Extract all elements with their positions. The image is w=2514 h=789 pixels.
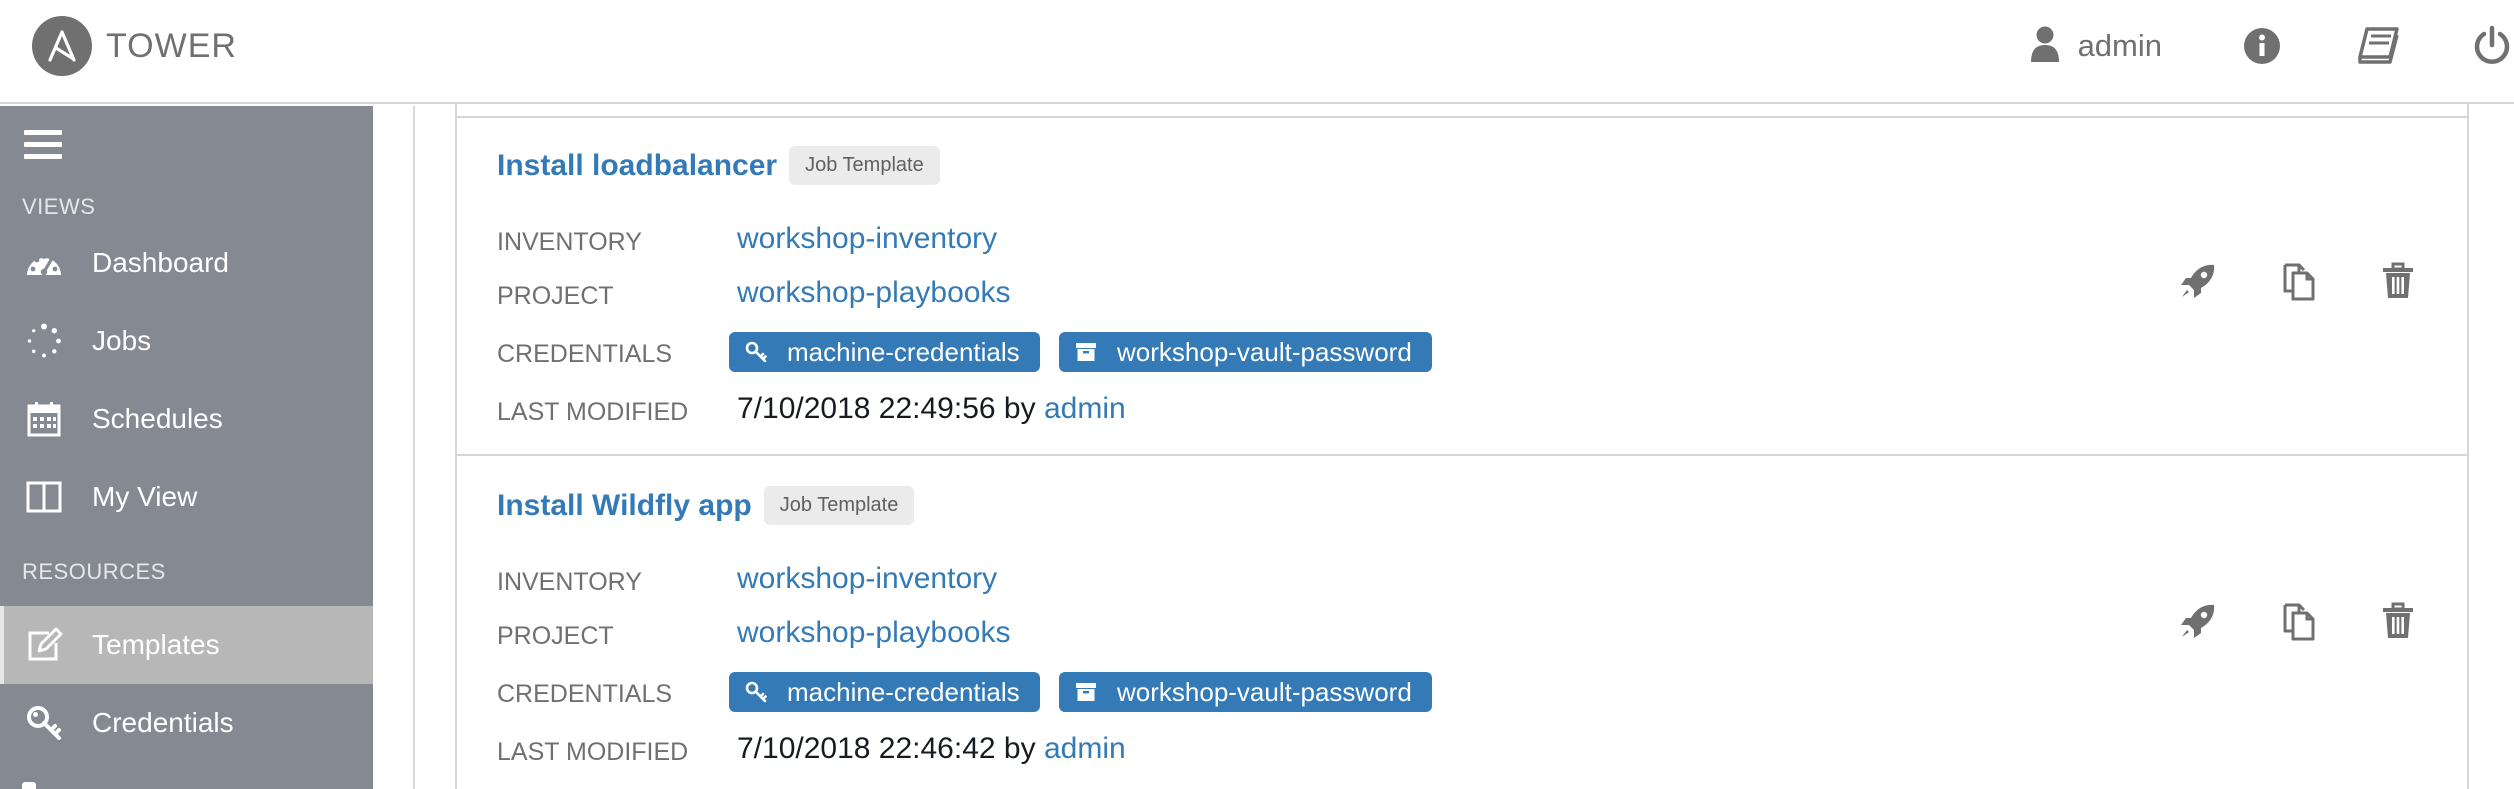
- key-icon: [22, 705, 66, 741]
- last-modified-value: 7/10/2018 22:46:42 by admin: [737, 732, 1126, 766]
- project-label: PROJECT: [497, 622, 614, 650]
- credential-chip[interactable]: workshop-vault-password: [1059, 672, 1432, 712]
- next-item-icon: [22, 782, 36, 789]
- sidebar-item-my-view[interactable]: My View: [0, 458, 373, 536]
- sidebar-item-label: Jobs: [92, 325, 152, 356]
- templates-list: Install loadbalancer Job Template INVENT…: [455, 104, 2469, 789]
- sidebar-item-dashboard[interactable]: Dashboard: [0, 224, 373, 302]
- copy-icon[interactable]: [2275, 598, 2321, 644]
- sidebar-item-label: Credentials: [92, 707, 234, 738]
- credential-chip-label: workshop-vault-password: [1117, 336, 1412, 367]
- key-icon: [745, 681, 767, 703]
- last-modified-label: LAST MODIFIED: [497, 398, 689, 426]
- template-type-badge: Job Template: [789, 146, 940, 185]
- sidebar-item-label: Schedules: [92, 403, 223, 434]
- project-link[interactable]: workshop-playbooks: [737, 616, 1010, 650]
- credential-chip[interactable]: machine-credentials: [729, 672, 1040, 712]
- menu-toggle-icon[interactable]: [24, 130, 62, 162]
- inventory-label: INVENTORY: [497, 228, 642, 256]
- inventory-label: INVENTORY: [497, 568, 642, 596]
- template-type-badge: Job Template: [763, 486, 915, 525]
- brand-name: TOWER: [106, 26, 237, 65]
- credential-chip[interactable]: workshop-vault-password: [1059, 332, 1432, 372]
- template-name-link[interactable]: Install loadbalancer: [497, 149, 777, 183]
- user-name: admin: [2077, 28, 2162, 63]
- top-navbar: TOWER admin: [0, 0, 2514, 104]
- template-title-line: Install Wildfly app Job Template: [497, 486, 915, 525]
- resources-section-label: RESOURCES: [22, 559, 166, 584]
- columns-icon: [22, 481, 66, 513]
- sidebar-item-templates[interactable]: Templates: [0, 606, 373, 684]
- header-actions: admin: [2030, 16, 2514, 76]
- archive-icon: [1075, 682, 1097, 702]
- book-icon[interactable]: [2354, 22, 2402, 70]
- inventory-link[interactable]: workshop-inventory: [737, 562, 997, 596]
- modified-by-text: by: [1003, 732, 1036, 765]
- sidebar-item-label: Templates: [92, 629, 220, 660]
- edit-icon: [22, 627, 66, 663]
- sidebar-item-label: My View: [92, 481, 198, 512]
- brand[interactable]: TOWER: [32, 16, 237, 76]
- info-icon[interactable]: [2238, 22, 2286, 70]
- last-modified-label: LAST MODIFIED: [497, 738, 689, 766]
- sidebar-item-credentials[interactable]: Credentials: [0, 684, 373, 762]
- user-icon: [2030, 25, 2060, 68]
- credential-chip-label: machine-credentials: [787, 336, 1020, 367]
- modified-date: 7/10/2018 22:49:56: [737, 392, 996, 425]
- project-link[interactable]: workshop-playbooks: [737, 276, 1010, 310]
- row-actions: [2175, 598, 2421, 644]
- sidebar-item-label: Dashboard: [92, 247, 229, 278]
- credentials-label: CREDENTIALS: [497, 340, 673, 368]
- inventory-link[interactable]: workshop-inventory: [737, 222, 997, 256]
- credentials-label: CREDENTIALS: [497, 680, 673, 708]
- modified-by-user-link[interactable]: admin: [1044, 732, 1126, 765]
- sidebar-item-jobs[interactable]: Jobs: [0, 302, 373, 380]
- dashboard-icon: [22, 247, 66, 279]
- project-label: PROJECT: [497, 282, 614, 310]
- key-icon: [745, 341, 767, 363]
- views-section-label: VIEWS: [22, 194, 96, 219]
- template-name-link[interactable]: Install Wildfly app: [497, 489, 752, 523]
- archive-icon: [1075, 342, 1097, 362]
- modified-by-user-link[interactable]: admin: [1044, 392, 1126, 425]
- sidebar-item-schedules[interactable]: Schedules: [0, 380, 373, 458]
- user-menu[interactable]: admin: [2030, 25, 2162, 68]
- copy-icon[interactable]: [2275, 258, 2321, 304]
- jobs-spinner-icon: [22, 323, 66, 359]
- launch-rocket-icon[interactable]: [2175, 258, 2221, 304]
- credential-chip-label: machine-credentials: [787, 676, 1020, 707]
- row-actions: [2175, 258, 2421, 304]
- template-title-line: Install loadbalancer Job Template: [497, 146, 940, 185]
- modified-date: 7/10/2018 22:46:42: [737, 732, 996, 765]
- launch-rocket-icon[interactable]: [2175, 598, 2221, 644]
- sidebar: VIEWS Dashboard Jobs Schedules My View R…: [0, 106, 373, 789]
- credential-chip-label: workshop-vault-password: [1117, 676, 1412, 707]
- last-modified-value: 7/10/2018 22:49:56 by admin: [737, 392, 1126, 426]
- ansible-logo-icon: [32, 16, 92, 76]
- list-item: Install Wildfly app Job Template INVENTO…: [457, 458, 2467, 789]
- calendar-icon: [22, 401, 66, 437]
- delete-trash-icon[interactable]: [2375, 598, 2421, 644]
- credential-chip[interactable]: machine-credentials: [729, 332, 1040, 372]
- modified-by-text: by: [1003, 392, 1036, 425]
- list-item: Install loadbalancer Job Template INVENT…: [457, 118, 2467, 456]
- delete-trash-icon[interactable]: [2375, 258, 2421, 304]
- power-icon[interactable]: [2470, 22, 2514, 70]
